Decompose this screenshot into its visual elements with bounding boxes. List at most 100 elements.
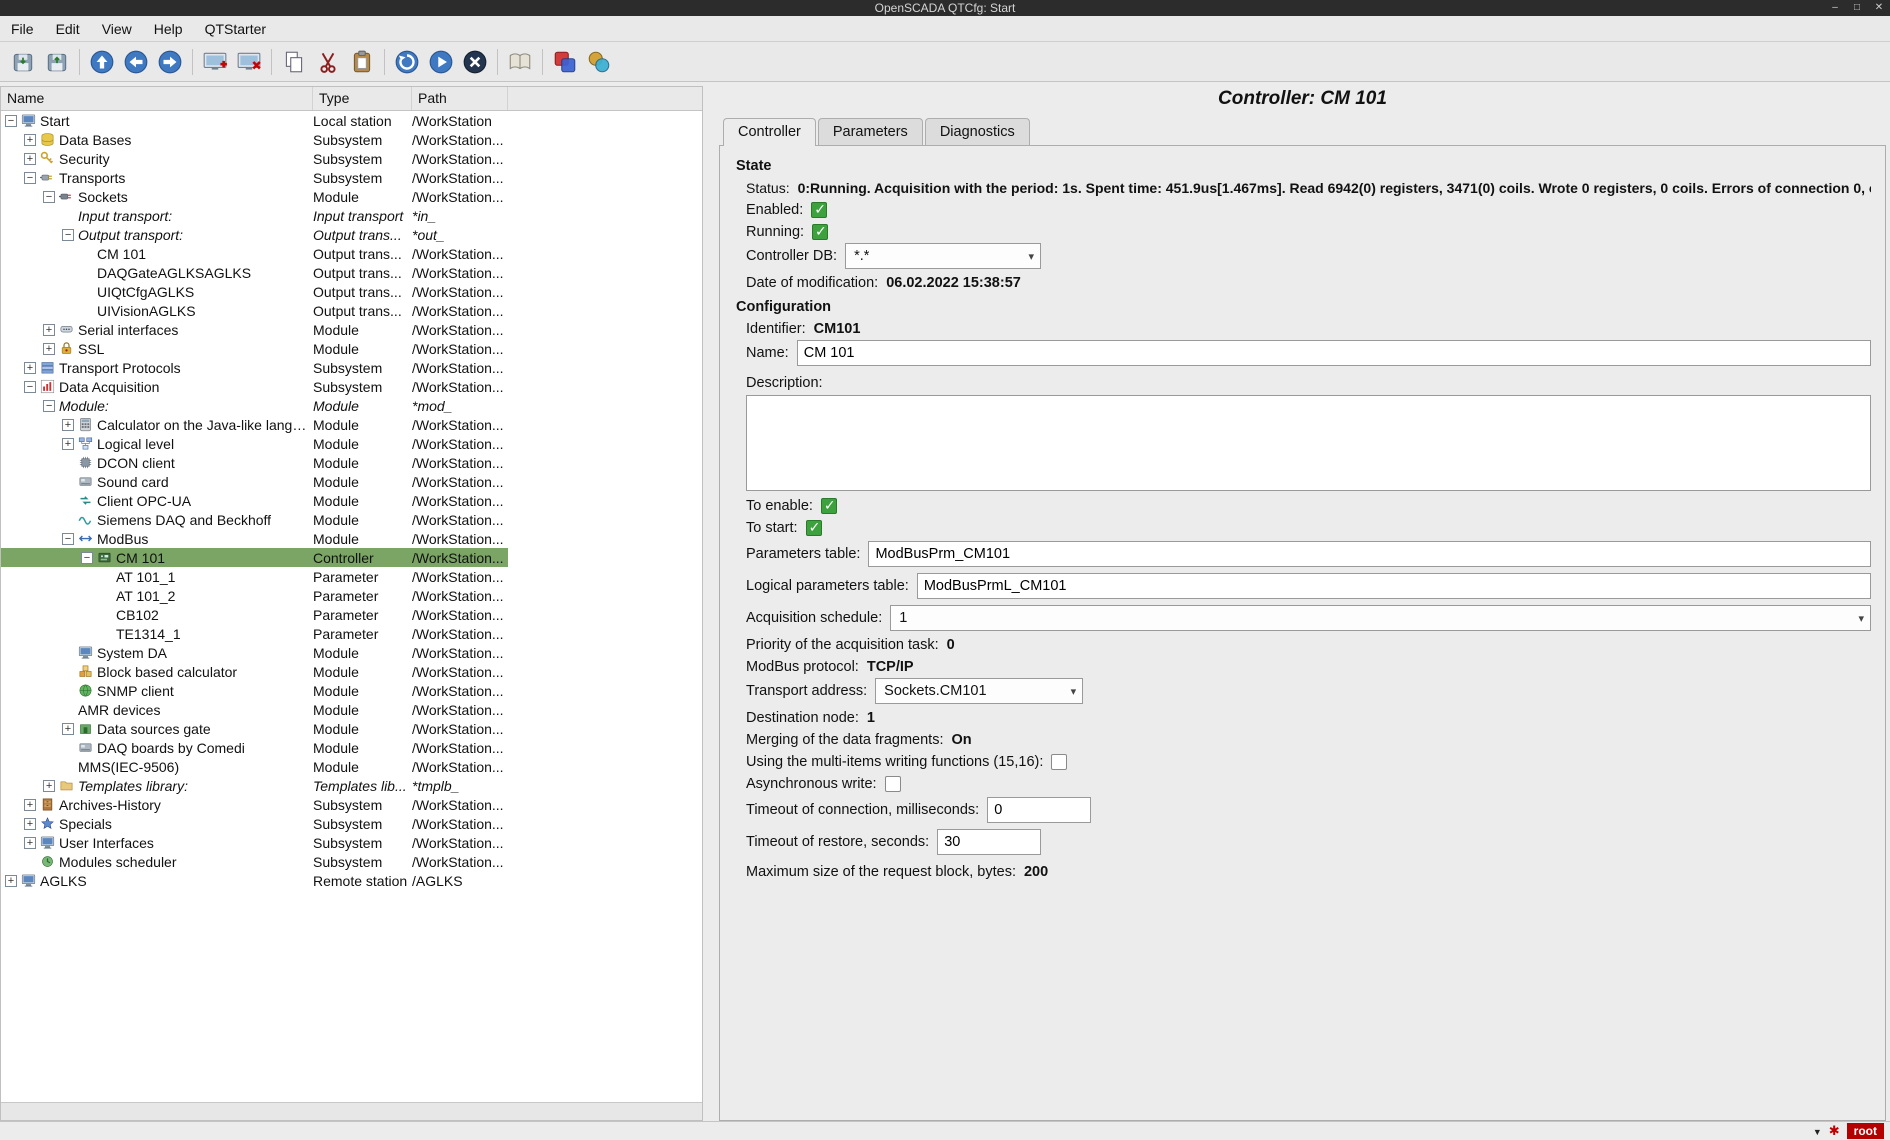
tree-row-module[interactable]: −Module:Module*mod_ [1,396,508,415]
tree-row-amr-devices[interactable]: AMR devicesModule/WorkStation... [1,700,508,719]
collapse-icon[interactable]: − [43,191,55,203]
to-enable-checkbox[interactable] [821,498,837,514]
qtstarter-window-2-button[interactable] [582,45,616,79]
async-write-checkbox[interactable] [885,776,901,792]
to-start-checkbox[interactable] [806,520,822,536]
expand-icon[interactable]: + [62,438,74,450]
enabled-checkbox[interactable] [811,202,827,218]
tree-row-archives-history[interactable]: +Archives-HistorySubsystem/WorkStation..… [1,795,508,814]
tree-row-ssl[interactable]: +SSLModule/WorkStation... [1,339,508,358]
tree-row-dcon-client[interactable]: DCON clientModule/WorkStation... [1,453,508,472]
tree-row-cb102[interactable]: CB102Parameter/WorkStation... [1,605,508,624]
tree-row-siemens-daq-and-beckhoff[interactable]: Siemens DAQ and BeckhoffModule/WorkStati… [1,510,508,529]
tree-row-system-da[interactable]: System DAModule/WorkStation... [1,643,508,662]
save-item-to-db-button[interactable] [40,45,74,79]
menu-file[interactable]: File [0,16,45,41]
expand-icon[interactable]: + [5,875,17,887]
tree-row-te1314-1[interactable]: TE1314_1Parameter/WorkStation... [1,624,508,643]
manual-button[interactable] [503,45,537,79]
copy-item-button[interactable] [277,45,311,79]
tree-row-user-interfaces[interactable]: +User InterfacesSubsystem/WorkStation... [1,833,508,852]
expand-icon[interactable]: + [62,419,74,431]
minimize-button[interactable]: – [1824,0,1846,16]
tree-row-cm-101[interactable]: CM 101Output trans.../WorkStation... [1,244,508,263]
tree-row-transports[interactable]: −TransportsSubsystem/WorkStation... [1,168,508,187]
previous-page-button[interactable] [119,45,153,79]
tree-row-at-101-1[interactable]: AT 101_1Parameter/WorkStation... [1,567,508,586]
tree-row-data-bases[interactable]: +Data BasesSubsystem/WorkStation... [1,130,508,149]
parameters-table-input[interactable] [868,541,1871,567]
tree-row-modbus[interactable]: −ModBusModule/WorkStation... [1,529,508,548]
expand-icon[interactable]: + [24,799,36,811]
expand-icon[interactable]: + [43,343,55,355]
title-bar[interactable]: OpenSCADA QTCfg: Start – □ ✕ [0,0,1890,16]
tree-column-type[interactable]: Type [313,87,412,110]
add-item-button[interactable] [198,45,232,79]
tree-row-block-based-calculator[interactable]: Block based calculatorModule/WorkStation… [1,662,508,681]
tree-row-snmp-client[interactable]: SNMP clientModule/WorkStation... [1,681,508,700]
timeout-connection-input[interactable] [987,797,1091,823]
tree-row-mms-iec-9506[interactable]: MMS(IEC-9506)Module/WorkStation... [1,757,508,776]
controller-db-select[interactable]: *.* [845,243,1041,269]
expand-icon[interactable]: + [24,818,36,830]
expand-icon[interactable]: + [24,362,36,374]
tree-row-cm-101[interactable]: −CM 101Controller/WorkStation... [1,548,508,567]
collapse-icon[interactable]: − [24,172,36,184]
start-updating-button[interactable] [424,45,458,79]
expand-icon[interactable]: + [24,134,36,146]
transport-address-select[interactable]: Sockets.CM101 [875,678,1083,704]
tree-row-uivisionaglks[interactable]: UIVisionAGLKSOutput trans.../WorkStation… [1,301,508,320]
tab-controller[interactable]: Controller [723,118,816,146]
qtstarter-window-1-button[interactable] [548,45,582,79]
name-input[interactable] [797,340,1871,366]
paste-item-button[interactable] [345,45,379,79]
tree-row-serial-interfaces[interactable]: +Serial interfacesModule/WorkStation... [1,320,508,339]
multi-write-checkbox[interactable] [1051,754,1067,770]
expand-icon[interactable]: + [43,324,55,336]
running-checkbox[interactable] [812,224,828,240]
menu-help[interactable]: Help [143,16,194,41]
tree-row-at-101-2[interactable]: AT 101_2Parameter/WorkStation... [1,586,508,605]
statusbar-dropdown-icon[interactable] [1813,1123,1822,1139]
stop-updating-button[interactable] [458,45,492,79]
collapse-icon[interactable]: − [43,400,55,412]
close-button[interactable]: ✕ [1868,0,1890,16]
tree-row-logical-level[interactable]: +Logical levelModule/WorkStation... [1,434,508,453]
collapse-icon[interactable]: − [24,381,36,393]
tree-row-transport-protocols[interactable]: +Transport ProtocolsSubsystem/WorkStatio… [1,358,508,377]
tree-row-start[interactable]: −StartLocal station/WorkStation [1,111,508,130]
description-textarea[interactable] [746,395,1871,491]
cut-item-button[interactable] [311,45,345,79]
tree-row-data-acquisition[interactable]: −Data AcquisitionSubsystem/WorkStation..… [1,377,508,396]
expand-icon[interactable]: + [43,780,55,792]
tree-row-templates-library[interactable]: +Templates library:Templates lib...*tmpl… [1,776,508,795]
next-page-button[interactable] [153,45,187,79]
tree-row-data-sources-gate[interactable]: +Data sources gateModule/WorkStation... [1,719,508,738]
logical-parameters-table-input[interactable] [917,573,1871,599]
collapse-icon[interactable]: − [5,115,17,127]
tree-row-sockets[interactable]: −SocketsModule/WorkStation... [1,187,508,206]
collapse-icon[interactable]: − [81,552,93,564]
tree-row-client-opc-ua[interactable]: Client OPC-UAModule/WorkStation... [1,491,508,510]
up-page-button[interactable] [85,45,119,79]
refresh-page-button[interactable] [390,45,424,79]
menu-edit[interactable]: Edit [45,16,91,41]
menu-view[interactable]: View [91,16,143,41]
tree-row-aglks[interactable]: +AGLKSRemote station/AGLKS [1,871,508,890]
tree-row-specials[interactable]: +SpecialsSubsystem/WorkStation... [1,814,508,833]
expand-icon[interactable]: + [24,837,36,849]
tree-row-calculator-on-the-java-like-language[interactable]: +Calculator on the Java-like languageMod… [1,415,508,434]
tree-horizontal-scrollbar[interactable] [1,1102,702,1120]
tree-row-uiqtcfgaglks[interactable]: UIQtCfgAGLKSOutput trans.../WorkStation.… [1,282,508,301]
panel-splitter[interactable] [703,86,719,1121]
tree-column-path[interactable]: Path [412,87,508,110]
acquisition-schedule-combobox[interactable]: 1 [890,605,1871,631]
tree-row-input-transport[interactable]: Input transport:Input transport*in_ [1,206,508,225]
tree-row-sound-card[interactable]: Sound cardModule/WorkStation... [1,472,508,491]
tree-row-daq-boards-by-comedi[interactable]: DAQ boards by ComediModule/WorkStation..… [1,738,508,757]
tree-row-daqgateaglksaglks[interactable]: DAQGateAGLKSAGLKSOutput trans.../WorkSta… [1,263,508,282]
delete-item-button[interactable] [232,45,266,79]
tree-column-name[interactable]: Name [1,87,313,110]
expand-icon[interactable]: + [62,723,74,735]
timeout-restore-input[interactable] [937,829,1041,855]
